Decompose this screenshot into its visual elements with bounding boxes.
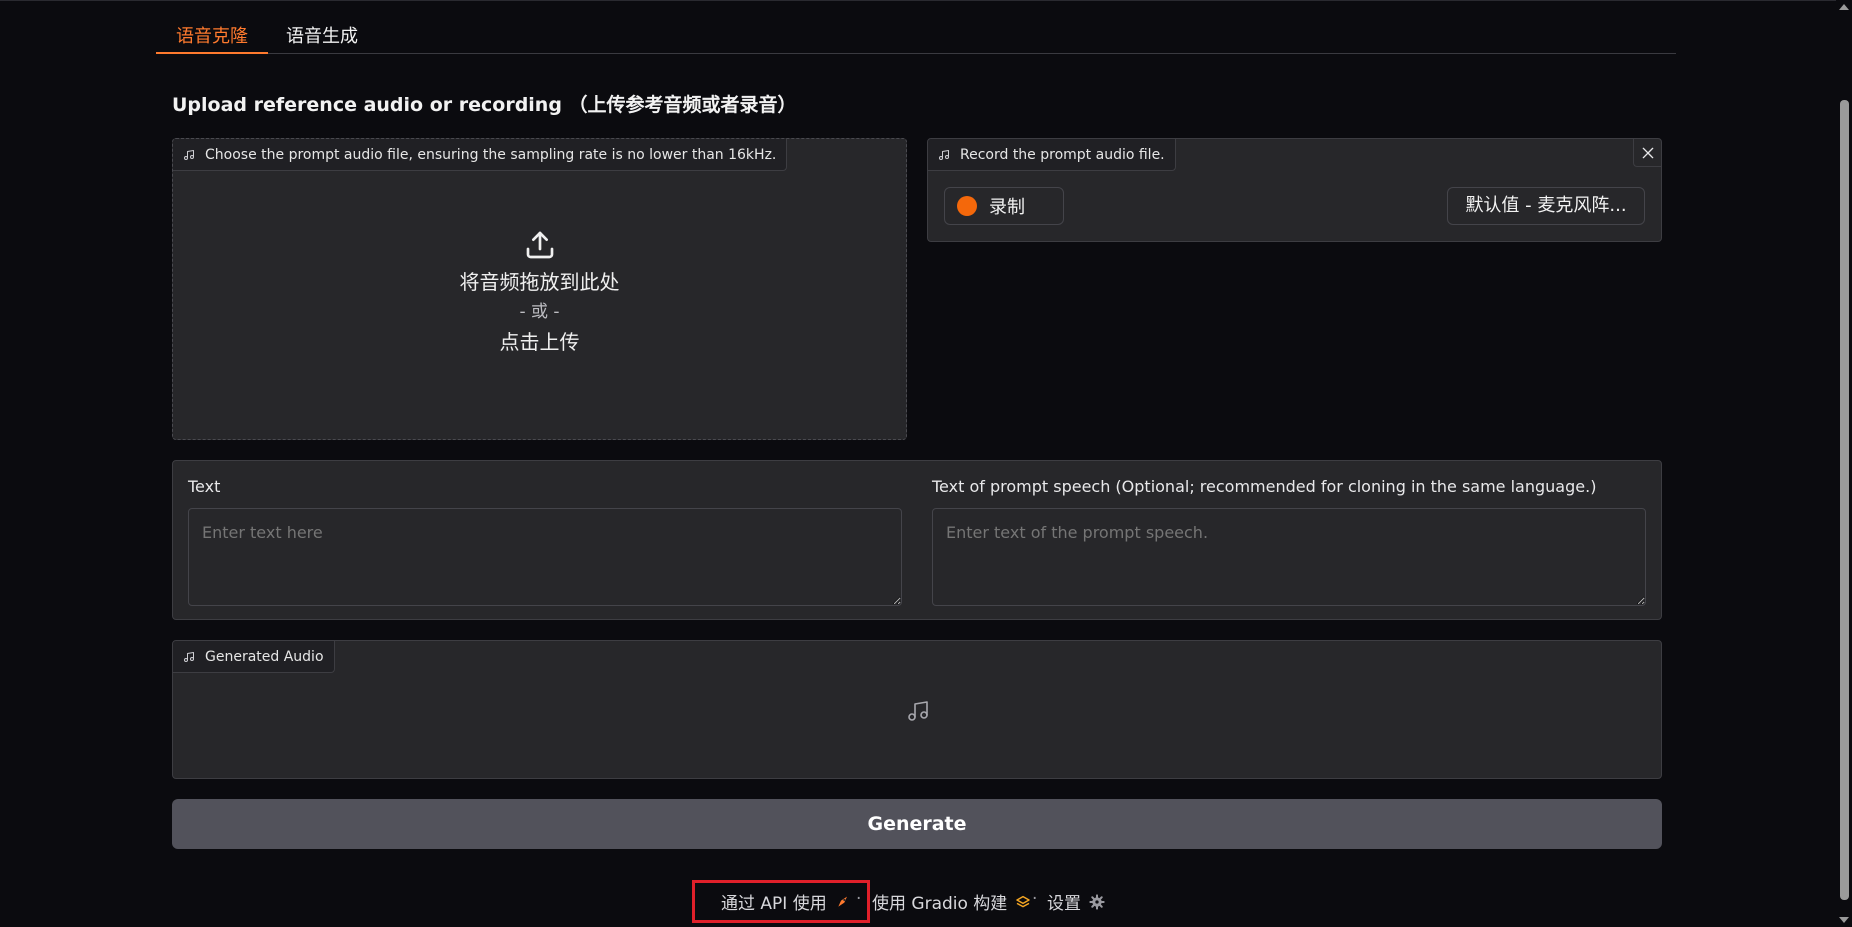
tab-bar: 语音克隆 语音生成 [156, 14, 1676, 54]
upload-drop-text: 将音频拖放到此处 [459, 270, 620, 294]
page-scrollbar[interactable] [1836, 0, 1852, 927]
built-with-gradio-text: 使用 Gradio 构建 [872, 894, 1008, 914]
music-note-icon [908, 701, 928, 721]
record-panel: Record the prompt audio file. 录制 默认值 - 麦… [927, 138, 1662, 242]
record-button-label: 录制 [989, 197, 1025, 218]
use-via-api-link[interactable]: 通过 API 使用 [721, 889, 851, 914]
generated-audio-label-text: Generated Audio [205, 648, 324, 665]
footer: 通过 API 使用 · 使用 Gradio 构建 · 设置 [0, 880, 1852, 923]
settings-text: 设置 [1047, 894, 1081, 914]
scroll-thumb[interactable] [1840, 100, 1849, 900]
close-icon [1642, 147, 1653, 158]
upload-click-text[interactable]: 点击上传 [173, 327, 906, 357]
upload-label: Choose the prompt audio file, ensuring t… [173, 139, 788, 171]
music-note-icon [184, 651, 194, 662]
microphone-select[interactable]: 默认值 - 麦克风阵... [1447, 187, 1645, 225]
scroll-down-arrow[interactable] [1839, 917, 1849, 923]
record-button[interactable]: 录制 [944, 187, 1064, 225]
tab-voice-clone[interactable]: 语音克隆 [156, 20, 268, 54]
music-note-icon [939, 149, 949, 160]
section-title: Upload reference audio or recording （上传参… [172, 94, 797, 116]
rocket-icon [838, 896, 847, 907]
text-input[interactable] [188, 508, 902, 606]
record-label-text: Record the prompt audio file. [960, 146, 1165, 163]
upload-or-text: - 或 - [519, 302, 560, 322]
record-label: Record the prompt audio file. [928, 139, 1176, 171]
scroll-up-arrow[interactable] [1839, 4, 1849, 10]
tab-voice-generation[interactable]: 语音生成 [266, 20, 378, 54]
upload-icon [526, 231, 553, 259]
generated-audio-label: Generated Audio [173, 641, 335, 673]
close-button[interactable] [1633, 139, 1661, 167]
text-input-block: Text Text of prompt speech (Optional; re… [172, 460, 1662, 620]
prompt-text-input[interactable] [932, 508, 1646, 606]
upload-dropzone[interactable]: Choose the prompt audio file, ensuring t… [172, 138, 907, 440]
top-divider [0, 0, 1852, 1]
text-label: Text [188, 477, 221, 496]
upload-prompt: 将音频拖放到此处 - 或 - 点击上传 [173, 229, 906, 357]
record-dot-icon [957, 196, 977, 216]
gradio-logo-icon [1016, 895, 1031, 907]
gear-icon [1089, 893, 1105, 910]
footer-separator: · [856, 889, 862, 909]
generated-audio-panel: Generated Audio [172, 640, 1662, 779]
upload-label-text: Choose the prompt audio file, ensuring t… [205, 146, 777, 163]
music-note-icon [184, 149, 194, 160]
use-via-api-text: 通过 API 使用 [721, 894, 827, 914]
settings-link[interactable]: 设置 [1047, 889, 1105, 914]
generate-button[interactable]: Generate [172, 799, 1662, 849]
footer-separator: · [1032, 889, 1038, 909]
built-with-gradio-link[interactable]: 使用 Gradio 构建 [872, 889, 1031, 914]
prompt-text-label: Text of prompt speech (Optional; recomme… [932, 477, 1597, 496]
